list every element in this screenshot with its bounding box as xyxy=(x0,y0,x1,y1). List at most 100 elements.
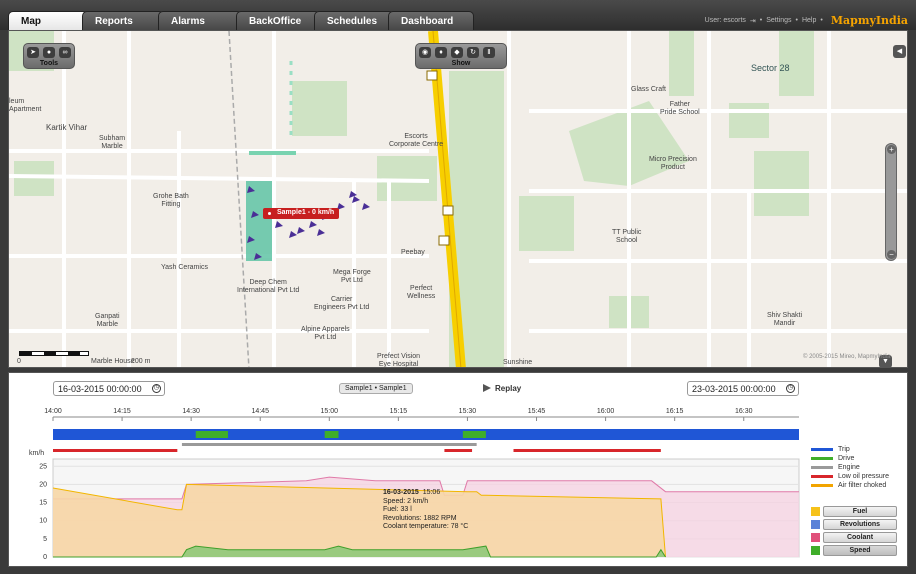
settings-link[interactable]: Settings xyxy=(766,17,791,24)
scale-label-distance: 200 m xyxy=(131,358,151,365)
fuel-button-label[interactable]: Fuel xyxy=(823,506,897,517)
legend-drive: Drive xyxy=(811,455,854,462)
select-pointer-icon[interactable]: ➤ xyxy=(27,47,39,58)
layers-icon[interactable]: ◆ xyxy=(451,47,463,58)
separator-dot: • xyxy=(795,17,798,24)
legend-swatch xyxy=(811,484,833,487)
y-tick-label: 0 xyxy=(43,554,47,561)
tab-schedules[interactable]: Schedules xyxy=(314,11,394,30)
legend-low-oil-pressure: Low oil pressure xyxy=(811,473,889,480)
tools-toolbar: ➤ ● ∞ Tools xyxy=(23,43,75,69)
map-label-kartik-vihar: Kartik Vihar xyxy=(46,123,88,132)
zoom-in-icon[interactable]: + xyxy=(887,145,896,154)
legend-label: Trip xyxy=(838,446,850,453)
revolutions-swatch xyxy=(811,520,820,529)
time-tick-label: 16:15 xyxy=(666,408,684,415)
tooltip-coolant: Coolant temperature: 78 °C xyxy=(383,523,469,531)
speed-toggle-button[interactable]: Speed xyxy=(811,545,897,556)
traffic-icon[interactable]: Ⅱ xyxy=(483,47,495,58)
brand-logo: MapmyIndia xyxy=(830,14,908,27)
legend-label: Air filter choked xyxy=(838,482,887,489)
map-label-father-pride: Father Pride School xyxy=(660,101,700,116)
speed-swatch xyxy=(811,546,820,555)
map-label-marble-house: Marble House xyxy=(91,358,135,365)
tooltip-fuel: Fuel: 33 l xyxy=(383,506,412,514)
time-tick-label: 14:45 xyxy=(251,408,269,415)
revolutions-button-label[interactable]: Revolutions xyxy=(823,519,897,530)
collapse-panel-left-icon[interactable]: ◀ xyxy=(893,45,906,58)
tab-dashboard[interactable]: Dashboard xyxy=(388,11,474,30)
legend-swatch xyxy=(811,466,833,469)
map-label-carrier: Carrier Engineers Pvt Ltd xyxy=(314,296,370,311)
map-label-tt-public: TT Public School xyxy=(612,229,642,244)
tools-label: Tools xyxy=(39,60,59,67)
scale-label-zero: 0 xyxy=(17,358,21,365)
time-tick-label: 15:30 xyxy=(459,408,477,415)
y-tick-label: 5 xyxy=(43,536,47,543)
map-label-grohe: Grohe Bath Fitting xyxy=(153,193,189,208)
show-label: Show xyxy=(451,60,471,67)
coolant-swatch xyxy=(811,533,820,542)
map-label-peebay: Peebay xyxy=(401,249,425,256)
tab-backoffice[interactable]: BackOffice xyxy=(236,11,320,30)
history-chart[interactable]: 14:00 14:15 14:30 14:45 15:00 15:15 15:30 15:45… xyxy=(9,373,909,568)
zoom-slider[interactable]: + − xyxy=(885,143,897,261)
link-icon[interactable]: ∞ xyxy=(59,47,71,58)
y-tick-label: 25 xyxy=(39,463,47,470)
vehicle-label: Sample1 - 0 km/h xyxy=(277,209,335,216)
map-view[interactable]: Sector 28 leum Apartment Kartik Vihar Su… xyxy=(8,30,908,368)
tab-reports[interactable]: Reports xyxy=(82,11,164,30)
coolant-button-label[interactable]: Coolant xyxy=(823,532,897,543)
map-label-sunshine: Sunshine xyxy=(503,359,533,366)
time-tick-label: 15:15 xyxy=(390,408,408,415)
legend-label: Drive xyxy=(838,455,855,462)
map-label-deep-chem: Deep Chem International Pvt Ltd xyxy=(237,279,300,294)
fuel-toggle-button[interactable]: Fuel xyxy=(811,506,897,517)
legend-engine: Engine xyxy=(811,464,860,471)
map-label-prefect-vision: Prefect Vision Eye Hospital xyxy=(377,353,421,368)
compass-icon[interactable]: ◉ xyxy=(419,47,431,58)
legend-swatch xyxy=(811,448,833,451)
map-label-subham-marble: Subham Marble xyxy=(99,135,126,150)
tooltip-time: 15:06 xyxy=(422,489,441,496)
time-tick-label: 14:15 xyxy=(113,408,131,415)
map-label-escorts: Escorts Corporate Centre xyxy=(389,133,444,148)
legend-air-filter: Air filter choked xyxy=(811,482,886,489)
pin-icon[interactable]: ● xyxy=(43,47,55,58)
revolutions-toggle-button[interactable]: Revolutions xyxy=(811,519,897,530)
map-label-alpine: Alpine Apparels Pvt Ltd xyxy=(301,326,350,341)
legend-label: Engine xyxy=(838,464,860,471)
map-label-sector-28: Sector 28 xyxy=(751,63,790,73)
speed-button-label[interactable]: Speed xyxy=(823,545,897,556)
tooltip-speed: Speed: 2 km/h xyxy=(383,497,429,505)
map-label-shiv-shakti: Shiv Shakti Mandir xyxy=(767,312,803,327)
y-tick-label: 20 xyxy=(39,481,47,488)
map-label-ganpati-marble: Ganpati Marble xyxy=(95,313,120,328)
map-label-perfect-wellness: Perfect Wellness xyxy=(407,285,436,300)
help-link[interactable]: Help xyxy=(802,17,816,24)
tab-alarms[interactable]: Alarms xyxy=(158,11,242,30)
map-label-micro-precision: Micro Precision Product xyxy=(649,156,697,171)
separator-dot: • xyxy=(820,17,823,24)
show-toolbar: ◉ ♦ ◆ ↻ Ⅱ Show xyxy=(415,43,507,69)
vehicle-marker[interactable]: Sample1 - 0 km/h xyxy=(263,208,340,219)
time-tick-label: 15:00 xyxy=(321,408,339,415)
low-oil-pressure-bar xyxy=(444,449,473,452)
tab-map[interactable]: Map xyxy=(8,11,88,30)
legend-trip: Trip xyxy=(811,446,850,453)
y-tick-label: 10 xyxy=(39,518,47,525)
low-oil-pressure-bar xyxy=(53,449,178,452)
time-tick-label: 16:30 xyxy=(735,408,753,415)
zoom-out-icon[interactable]: − xyxy=(887,250,896,259)
drive-bar xyxy=(462,431,486,438)
y-axis-label: km/h xyxy=(29,450,44,457)
location-pin-icon[interactable]: ♦ xyxy=(435,47,447,58)
trip-bar xyxy=(53,429,799,440)
refresh-icon[interactable]: ↻ xyxy=(467,47,479,58)
time-tick-label: 14:00 xyxy=(44,408,62,415)
separator-dot: • xyxy=(759,17,763,24)
fuel-swatch xyxy=(811,507,820,516)
low-oil-pressure-bar xyxy=(513,449,661,452)
logout-icon[interactable]: ⇥ xyxy=(750,17,756,25)
coolant-toggle-button[interactable]: Coolant xyxy=(811,532,897,543)
